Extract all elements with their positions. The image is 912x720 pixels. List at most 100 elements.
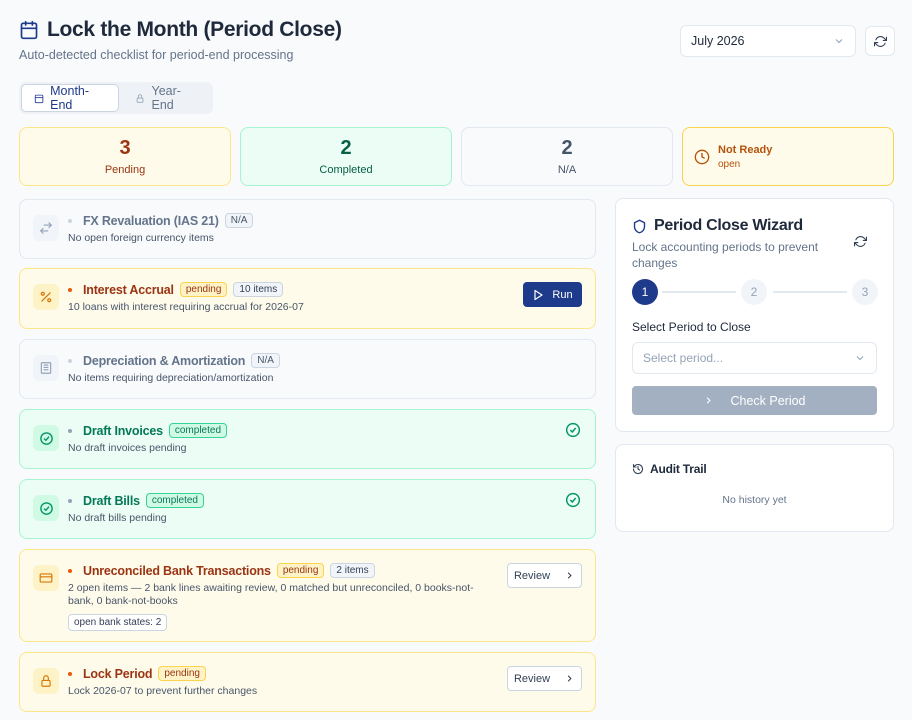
step-1: 1: [632, 279, 658, 305]
tab-year-end[interactable]: Year-End: [123, 84, 211, 112]
check-circle-icon: [33, 495, 59, 521]
chevron-right-icon: [567, 675, 572, 682]
status-badge: N/A: [251, 353, 280, 368]
lock-icon: [33, 668, 59, 694]
item-name: Draft Invoices: [83, 423, 163, 438]
period-close-wizard: Period Close Wizard Lock accounting peri…: [615, 198, 894, 432]
checklist-item-interest-accrual: Interest Accrual pending 10 items 10 loans…: [19, 268, 596, 329]
shield-icon: [633, 219, 646, 233]
history-icon: [632, 463, 644, 475]
run-button-label: Run: [552, 288, 573, 301]
check-circle-icon: [33, 425, 59, 451]
status-badge: pending: [158, 666, 206, 681]
stat-completed: 2 Completed: [240, 127, 452, 186]
period-select[interactable]: July 2026: [680, 25, 856, 57]
stat-readiness: Not Ready open: [682, 127, 894, 186]
readiness-sub: open: [718, 158, 741, 170]
chevron-right-icon: [707, 397, 712, 404]
checklist-item-draft-bills: Draft Bills completed No draft bills pend…: [19, 479, 596, 539]
check-period-button[interactable]: Check Period: [632, 386, 877, 415]
count-badge: 2 items: [330, 563, 375, 578]
stat-pending: 3 Pending: [19, 127, 231, 186]
wizard-steps: 1 2 3: [632, 279, 878, 305]
audit-trail-empty: No history yet: [722, 494, 787, 506]
chevron-down-icon: [835, 39, 843, 44]
stat-label: N/A: [557, 163, 577, 176]
close-type-tabs: Month-End Year-End: [19, 82, 213, 114]
checklist-item-fx-revaluation: FX Revaluation (IAS 21) N/A No open forei…: [19, 199, 596, 259]
checklist-item-depreciation: Depreciation & Amortization N/A No items …: [19, 339, 596, 399]
stat-count: 2: [561, 136, 573, 159]
item-name: Unreconciled Bank Transactions: [83, 563, 271, 578]
period-select-value: July 2026: [691, 34, 745, 48]
item-description: No open foreign currency items: [68, 232, 214, 244]
page-header: Lock the Month (Period Close) Auto-detec…: [19, 18, 342, 62]
status-badge: completed: [145, 493, 204, 508]
exchange-icon: [33, 215, 59, 241]
select-period-dropdown[interactable]: Select period...: [632, 342, 877, 374]
chevron-right-icon: [567, 572, 572, 579]
calendar-icon: [20, 20, 38, 40]
credit-card-icon: [33, 565, 59, 591]
status-badge: pending: [179, 282, 228, 297]
wizard-title: Period Close Wizard: [654, 217, 803, 234]
step-connector: [662, 291, 736, 293]
item-name: Interest Accrual: [83, 282, 174, 297]
stat-na: 2 N/A: [461, 127, 673, 186]
item-description: Lock 2026-07 to prevent further changes: [68, 685, 258, 697]
run-button[interactable]: Run: [523, 282, 582, 307]
percent-icon: [33, 284, 59, 310]
item-description: 2 open items — 2 bank lines awaiting rev…: [68, 582, 474, 607]
status-badge: completed: [168, 423, 228, 438]
refresh-icon: [873, 35, 887, 47]
check-circle-icon: [565, 422, 581, 443]
wizard-subtitle: Lock accounting periods to prevent chang…: [632, 240, 819, 270]
lock-icon: [137, 93, 144, 103]
item-description: No items requiring depreciation/amortiza…: [68, 372, 274, 384]
check-period-label: Check Period: [730, 393, 806, 408]
checklist-item-draft-invoices: Draft Invoices completed No draft invoice…: [19, 409, 596, 469]
item-name: Depreciation & Amortization: [83, 353, 246, 368]
refresh-icon: [854, 236, 867, 247]
play-icon: [534, 289, 544, 300]
audit-trail-title: Audit Trail: [650, 462, 707, 476]
tab-label: Month-End: [50, 84, 90, 112]
review-button-label: Review: [513, 672, 551, 685]
bank-state-chip: open bank states: 2: [68, 614, 168, 631]
status-badge: pending: [276, 563, 325, 578]
step-3: 3: [852, 279, 878, 305]
building-icon: [33, 355, 59, 381]
step-connector: [773, 291, 847, 293]
calendar-icon: [34, 94, 44, 103]
refresh-button[interactable]: [865, 26, 895, 56]
stat-label: Pending: [104, 163, 146, 176]
tab-label: Year-End: [151, 84, 181, 112]
stat-count: 2: [340, 136, 352, 159]
stat-count: 3: [119, 136, 131, 159]
item-description: No draft invoices pending: [68, 442, 187, 454]
chevron-down-icon: [856, 356, 864, 361]
item-name: Draft Bills: [83, 493, 140, 508]
checklist-item-lock-period: Lock Period pending Lock 2026-07 to preve…: [19, 652, 596, 712]
count-badge: 10 items: [233, 282, 284, 297]
wizard-refresh-button[interactable]: [854, 235, 867, 253]
review-button[interactable]: Review: [507, 666, 582, 691]
item-description: 10 loans with interest requiring accrual…: [68, 301, 304, 313]
check-circle-icon: [565, 492, 581, 513]
review-button-label: Review: [513, 569, 551, 582]
item-name: Lock Period: [83, 666, 153, 681]
tab-month-end[interactable]: Month-End: [21, 84, 120, 112]
status-badge: N/A: [224, 213, 254, 228]
stat-label: Completed: [319, 163, 373, 176]
item-name: FX Revaluation (IAS 21): [83, 213, 219, 228]
page-title: Lock the Month (Period Close): [47, 18, 342, 41]
step-2: 2: [741, 279, 767, 305]
select-period-placeholder: Select period...: [643, 351, 724, 365]
audit-trail-panel: Audit Trail No history yet: [615, 444, 894, 532]
item-description: No draft bills pending: [68, 512, 167, 524]
readiness-label: Not Ready: [718, 143, 773, 156]
clock-icon: [694, 149, 710, 164]
review-button[interactable]: Review: [507, 563, 582, 588]
page-subtitle: Auto-detected checklist for period-end p…: [19, 48, 294, 62]
checklist-item-bank-transactions: Unreconciled Bank Transactions pending 2 i…: [19, 549, 596, 642]
